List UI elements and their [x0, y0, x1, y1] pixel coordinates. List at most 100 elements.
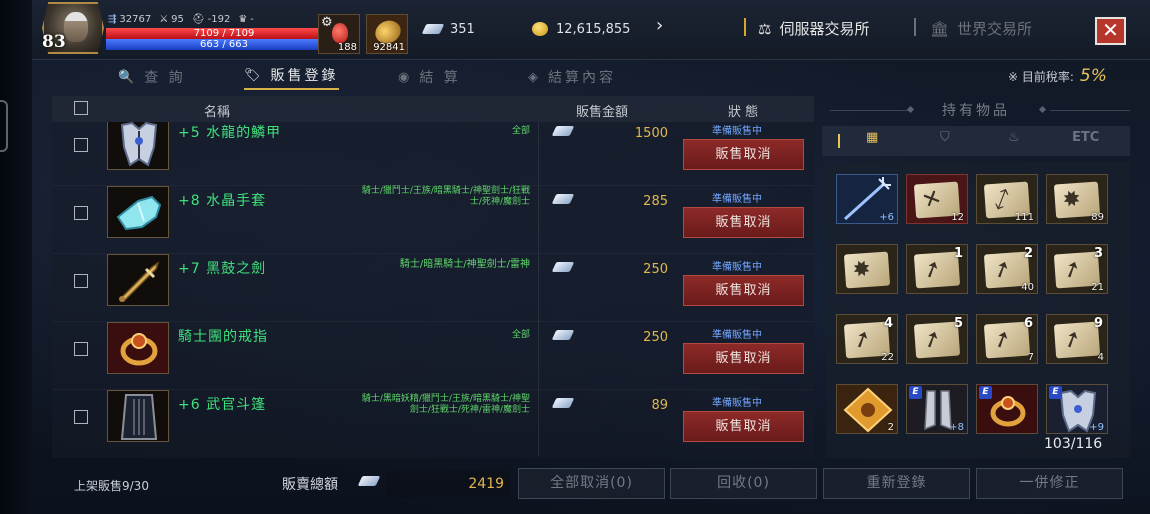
cancel-sale-button[interactable]: 販售取消: [683, 207, 804, 238]
glove-icon: [107, 186, 169, 238]
divider: [914, 18, 916, 36]
list-header: 名稱 販售金額 狀 態: [52, 96, 814, 122]
mp-bar: 663 / 663: [106, 39, 342, 50]
arrow-icon: ➚: [988, 254, 1016, 286]
arrow-icon: ➚: [1058, 324, 1086, 356]
close-button[interactable]: ✕: [1095, 17, 1126, 45]
item-name: +7 黑鼓之劍: [178, 261, 267, 277]
cloak-icon: [107, 390, 169, 442]
item-name: +6 武官斗篷: [178, 397, 267, 413]
stat-attack: ⚔ 95: [159, 14, 184, 25]
sword-icon: ⚔: [159, 14, 169, 25]
arrow-icon: ➚: [988, 324, 1016, 356]
building-icon: 🏛: [930, 19, 950, 38]
header-price: 販售金額: [576, 105, 629, 120]
select-all-checkbox[interactable]: [74, 101, 88, 115]
inventory-item-staff[interactable]: +6: [836, 174, 898, 224]
row-checkbox[interactable]: [74, 206, 88, 220]
gear-icon[interactable]: ⚙: [321, 15, 333, 30]
enchant-badge: E: [1049, 386, 1062, 399]
gold-currency: 12,615,855: [532, 17, 630, 41]
row-checkbox[interactable]: [74, 138, 88, 152]
row-checkbox[interactable]: [74, 410, 88, 424]
cancel-sale-button[interactable]: 販售取消: [683, 275, 804, 306]
divider: [538, 186, 539, 254]
diamond-icon: [551, 262, 575, 272]
sword-icon: [107, 254, 169, 306]
chevron-right-icon[interactable]: ›: [656, 15, 663, 36]
row-checkbox[interactable]: [74, 342, 88, 356]
table-row[interactable]: 騎士團的戒指 全部 250 準備販售中 販售取消: [52, 322, 814, 390]
inventory-item-boots[interactable]: E +8: [906, 384, 968, 434]
row-checkbox[interactable]: [74, 274, 88, 288]
total-value: 2419: [386, 471, 510, 497]
gold-coin-icon: [532, 22, 548, 36]
diamond-icon: [551, 330, 575, 340]
shield-icon[interactable]: ⛉: [940, 130, 950, 145]
cancel-sale-button[interactable]: 販售取消: [683, 411, 804, 442]
world-exchange-tab[interactable]: 🏛 世界交易所: [930, 18, 1032, 39]
item-status: 準備販售中: [712, 262, 762, 273]
inventory-item-armor[interactable]: E +9: [1046, 384, 1108, 434]
server-exchange-tab[interactable]: ⚖ 伺服器交易所: [758, 18, 869, 39]
cancel-sale-button[interactable]: 販售取消: [683, 343, 804, 374]
table-row[interactable]: +5 水龍的鱗甲 全部 1500 準備販售中 販售取消: [52, 122, 814, 186]
item-price: 1500: [634, 126, 668, 141]
inventory-item-scroll[interactable]: ⤢ 111: [976, 174, 1038, 224]
cancel-sale-button[interactable]: 販售取消: [683, 139, 804, 170]
inventory-item-scroll[interactable]: ➚ 9 4: [1046, 314, 1108, 364]
divider: [538, 254, 539, 322]
diamond-icon: [551, 194, 575, 204]
stat-row: ⇶ 32767 ⚔ 95 ⛑ -192 ♛ -: [108, 14, 254, 25]
modify-all-button[interactable]: 一併修正: [976, 468, 1123, 499]
scales-icon: ⚖: [758, 19, 772, 38]
potion-tab-icon[interactable]: ♨: [1008, 130, 1020, 145]
arrow-icon: ➚: [918, 324, 946, 356]
tax-rate: ※ 目前稅率: 5%: [1008, 66, 1107, 86]
top-bar: 83 ⇶ 32767 ⚔ 95 ⛑ -192 ♛ - 7109 / 7109 6…: [32, 0, 1150, 60]
orb-slot[interactable]: 92841: [366, 14, 408, 54]
reregister-button[interactable]: 重新登錄: [823, 468, 970, 499]
inventory-item-scroll[interactable]: ✸ 89: [1046, 174, 1108, 224]
inventory-item-scroll[interactable]: ➚ 5: [906, 314, 968, 364]
inventory-item-scroll[interactable]: ➚ 4 22: [836, 314, 898, 364]
diamond-icon: [551, 398, 575, 408]
item-name: +5 水龍的鱗甲: [178, 125, 282, 141]
stat-power: ⇶ 32767: [108, 14, 152, 25]
inventory-item-scroll[interactable]: ✕ 12: [906, 174, 968, 224]
arrow-icon: ➚: [918, 254, 946, 286]
table-row[interactable]: +7 黑鼓之劍 騎士/暗黑騎士/神聖劍士/雷神 250 準備販售中 販售取消: [52, 254, 814, 322]
recall-button[interactable]: 回收(0): [670, 468, 817, 499]
item-classes: 全部: [511, 126, 530, 136]
grid-icon[interactable]: ▦: [866, 130, 878, 145]
potion-slot[interactable]: ⚙ 188: [318, 14, 360, 54]
inventory-title: 持有物品: [942, 103, 1010, 119]
table-row[interactable]: +8 水晶手套 騎士/獵鬥士/王族/暗黑騎士/神聖劍士/狂戰士/死神/魔劍士 2…: [52, 186, 814, 254]
tab-settlement-details[interactable]: ◈ 結算內容: [528, 64, 616, 90]
table-row[interactable]: +6 武官斗篷 騎士/黑暗妖精/獵鬥士/王族/暗黑騎士/神聖劍士/狂戰士/死神/…: [52, 390, 814, 456]
inventory-grid: +6 ✕ 12 ⤢ 111 ✸ 89 ✸ ➚ 1 ➚ 2 40 ➚ 3 21 ➚…: [826, 162, 1130, 458]
inventory-item-scroll[interactable]: ✸: [836, 244, 898, 294]
inventory-item-scroll[interactable]: ➚ 2 40: [976, 244, 1038, 294]
orb-count: 92841: [373, 42, 405, 53]
side-handle[interactable]: [0, 100, 8, 152]
cancel-all-button[interactable]: 全部取消(0): [518, 468, 665, 499]
divider: [1050, 110, 1130, 111]
tab-settlement[interactable]: ◉ 結 算: [398, 64, 461, 90]
tab-search[interactable]: 🔍 查 詢: [118, 64, 186, 90]
inventory-item-scroll[interactable]: ➚ 3 21: [1046, 244, 1108, 294]
inventory-item-ring[interactable]: E: [976, 384, 1038, 434]
diamond-icon: [421, 24, 445, 34]
enchant-badge: E: [979, 386, 992, 399]
inventory-item-scroll[interactable]: ➚ 1: [906, 244, 968, 294]
item-status: 準備販售中: [712, 330, 762, 341]
tab-etc[interactable]: ETC: [1072, 130, 1099, 145]
diamond-icon: [551, 126, 575, 136]
header-status: 狀 態: [728, 105, 759, 120]
tab-sale-register[interactable]: 🏷 販售登錄: [244, 64, 339, 90]
inventory-item-rune[interactable]: 2: [836, 384, 898, 434]
item-status: 準備販售中: [712, 126, 762, 137]
bottom-bar: 上架販售9/30 販賣總額 2419 全部取消(0) 回收(0) 重新登錄 一併…: [52, 458, 1130, 510]
inventory-item-scroll[interactable]: ➚ 6 7: [976, 314, 1038, 364]
item-price: 89: [651, 398, 668, 413]
